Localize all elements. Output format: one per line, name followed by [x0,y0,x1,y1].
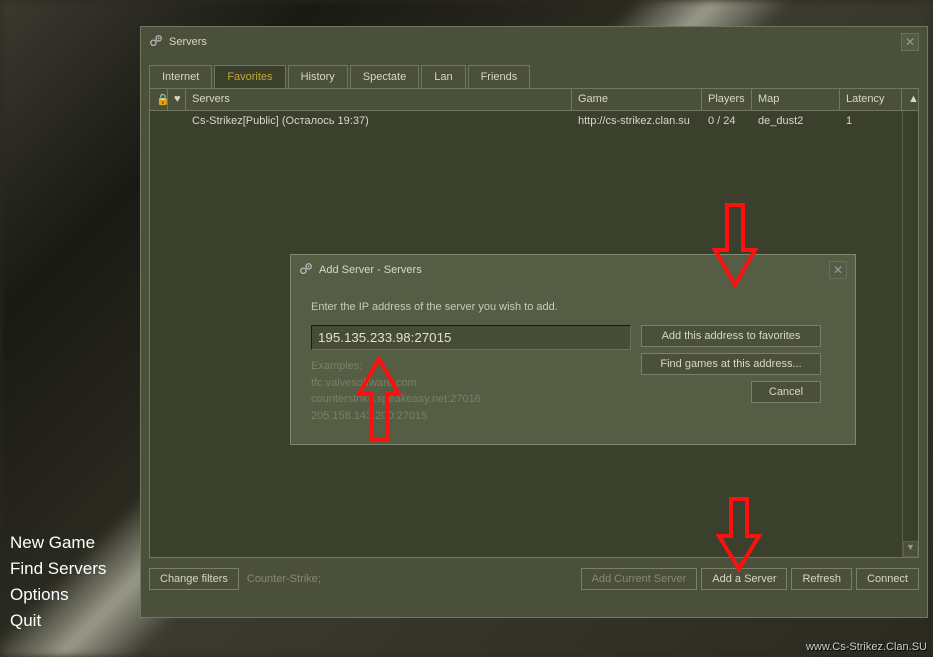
example-3: 205.158.143.200:27015 [311,408,631,425]
table-row[interactable]: Cs-Strikez[Public] (Осталось 19:37) http… [150,111,902,131]
refresh-button[interactable]: Refresh [791,568,852,590]
col-latency[interactable]: Latency [840,89,902,110]
close-icon: ✕ [905,35,915,49]
scroll-up-icon[interactable]: ▲ [902,89,918,110]
filter-text: Counter-Strike; [243,573,321,585]
add-current-server-button: Add Current Server [581,568,698,590]
find-games-button[interactable]: Find games at this address... [641,353,821,375]
examples-label: Examples: [311,358,631,375]
col-game[interactable]: Game [572,89,702,110]
col-fav-icon[interactable]: ♥ [168,89,186,110]
watermark: www.Cs-Strikez.Clan.SU [806,641,927,653]
menu-options[interactable]: Options [10,585,106,605]
bottom-bar: Change filters Counter-Strike; Add Curre… [141,558,927,600]
dialog-prompt: Enter the IP address of the server you w… [311,301,835,313]
add-to-favorites-button[interactable]: Add this address to favorites [641,325,821,347]
dialog-titlebar: Add Server - Servers ✕ [291,255,855,285]
main-menu: New Game Find Servers Options Quit [10,533,106,637]
row-latency: 1 [840,114,902,128]
col-lock-icon[interactable]: 🔒 [150,89,168,110]
tab-internet[interactable]: Internet [149,65,212,88]
row-players: 0 / 24 [702,114,752,128]
table-header: 🔒 ♥ Servers Game Players Map Latency ▲ [150,89,918,111]
tab-history[interactable]: History [288,65,348,88]
scroll-down-icon[interactable]: ▼ [903,541,918,557]
examples: Examples: tfc.valvesoftware.com counters… [311,358,631,424]
menu-find-servers[interactable]: Find Servers [10,559,106,579]
scroll-track[interactable] [903,111,918,541]
add-server-dialog: Add Server - Servers ✕ Enter the IP addr… [290,254,856,445]
tabs: Internet Favorites History Spectate Lan … [149,65,919,88]
row-server-name: Cs-Strikez[Public] (Осталось 19:37) [186,114,572,128]
dialog-title: Add Server - Servers [319,264,422,276]
row-game: http://cs-strikez.clan.su [572,114,702,128]
connect-button[interactable]: Connect [856,568,919,590]
close-button[interactable]: ✕ [901,33,919,51]
col-players[interactable]: Players [702,89,752,110]
menu-quit[interactable]: Quit [10,611,106,631]
example-2: counterstrike.speakeasy.net:27016 [311,391,631,408]
ip-address-input[interactable] [311,325,631,350]
tab-favorites[interactable]: Favorites [214,65,285,88]
tab-lan[interactable]: Lan [421,65,465,88]
tab-friends[interactable]: Friends [468,65,531,88]
row-fav [168,114,186,128]
window-title: Servers [169,36,207,48]
titlebar: Servers ✕ [141,27,927,57]
row-lock [150,114,168,128]
col-map[interactable]: Map [752,89,840,110]
menu-new-game[interactable]: New Game [10,533,106,553]
add-server-button[interactable]: Add a Server [701,568,787,590]
close-icon: ✕ [833,263,843,277]
example-1: tfc.valvesoftware.com [311,375,631,392]
row-map: de_dust2 [752,114,840,128]
col-servers[interactable]: Servers [186,89,572,110]
cancel-button[interactable]: Cancel [751,381,821,403]
scrollbar[interactable]: ▼ [902,111,918,557]
tab-spectate[interactable]: Spectate [350,65,419,88]
change-filters-button[interactable]: Change filters [149,568,239,590]
steam-icon [149,34,163,51]
steam-icon [299,262,313,279]
dialog-close-button[interactable]: ✕ [829,261,847,279]
